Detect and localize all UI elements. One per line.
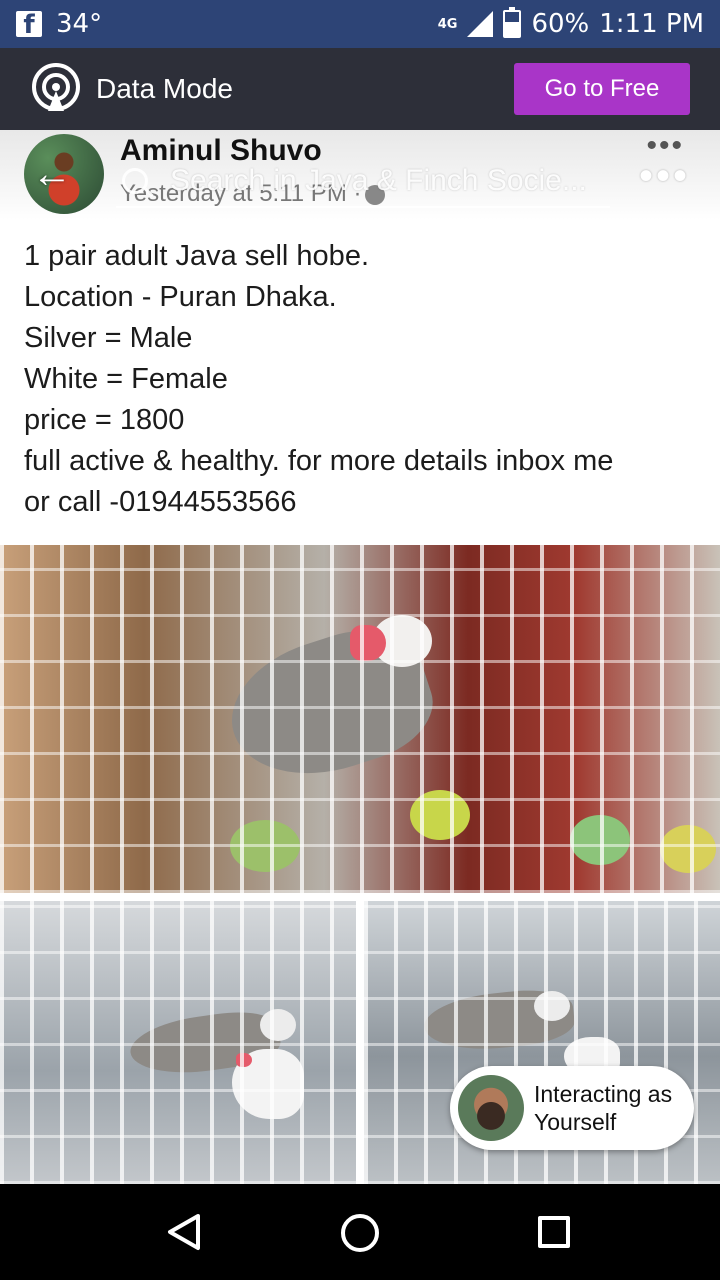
nav-recents-icon[interactable] (538, 1216, 570, 1248)
data-mode-label: Data Mode (96, 73, 233, 104)
nav-home-icon[interactable] (341, 1214, 379, 1252)
go-to-free-button[interactable]: Go to Free (514, 63, 690, 115)
battery-percent: 60% (531, 9, 590, 39)
group-search-bar[interactable]: Search in Java & Finch Socie... (116, 156, 610, 208)
post-line: or call -01944553566 (24, 486, 297, 518)
photo-left[interactable] (0, 901, 356, 1184)
chip-line-2: Yourself (534, 1109, 617, 1135)
post-line: Silver = Male (24, 322, 193, 354)
post-line: Location - Puran Dhaka. (24, 281, 337, 313)
post-line: 1 pair adult Java sell hobe. (24, 240, 369, 272)
signal-icon (467, 11, 494, 37)
cage-bars (0, 901, 356, 1184)
post-text: 1 pair adult Java sell hobe. Location - … (24, 236, 700, 523)
facebook-icon: f (16, 11, 42, 39)
back-arrow-icon[interactable]: ← (32, 154, 72, 194)
interacting-as-chip[interactable]: Interacting as Yourself (450, 1066, 694, 1150)
post-line: price = 1800 (24, 404, 185, 436)
post-options-icon[interactable]: ••• (646, 131, 684, 161)
photo-main[interactable] (0, 545, 720, 893)
search-icon (122, 168, 148, 194)
interacting-as-label: Interacting as Yourself (534, 1080, 672, 1136)
status-indicators: 4G 60% 1:11 PM (437, 7, 704, 39)
clock: 1:11 PM (599, 9, 704, 39)
search-placeholder: Search in Java & Finch Socie... (170, 164, 587, 197)
nav-back-icon[interactable] (166, 1212, 202, 1252)
more-options-icon[interactable]: ••• (639, 156, 690, 196)
battery-icon (503, 7, 522, 38)
broadcast-icon (32, 63, 80, 111)
cage-bars (0, 545, 720, 893)
chip-line-1: Interacting as (534, 1081, 673, 1107)
post-line: full active & healthy. for more details … (24, 445, 614, 477)
data-mode-bar: Data Mode Go to Free (0, 48, 720, 130)
network-type: 4G (437, 16, 458, 32)
post-header: ← Aminul Shuvo Yesterday at 5:11 PM · Se… (0, 130, 720, 220)
status-bar: f 34° 4G 60% 1:11 PM (0, 0, 720, 48)
android-nav-bar (0, 1184, 720, 1280)
post-line: White = Female (24, 363, 228, 395)
temperature: 34° (56, 9, 103, 39)
user-avatar (458, 1075, 524, 1141)
